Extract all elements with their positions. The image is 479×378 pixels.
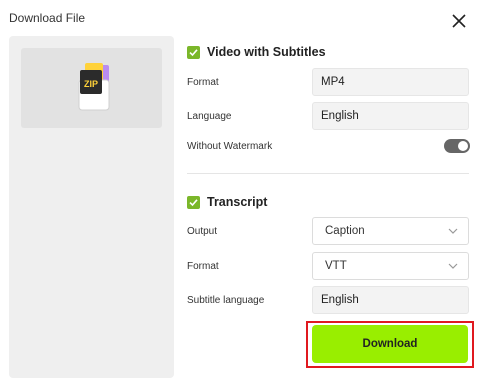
output-label: Output [187, 226, 218, 237]
watermark-toggle[interactable] [444, 139, 470, 153]
section-divider [187, 173, 469, 174]
transcript-format-label: Format [187, 261, 219, 272]
video-section-title: Video with Subtitles [207, 45, 326, 59]
subtitle-language-field: English [312, 286, 469, 314]
video-format-label: Format [187, 77, 219, 88]
subtitle-language-label: Subtitle language [187, 295, 265, 306]
zip-icon-text: ZIP [84, 79, 98, 89]
transcript-format-value: VTT [325, 260, 347, 272]
video-format-value: MP4 [321, 76, 345, 88]
download-file-dialog: Download File ZIP Video with Subtitles F… [0, 0, 479, 378]
toggle-knob [458, 141, 468, 151]
output-value: Caption [325, 225, 365, 237]
transcript-section-title: Transcript [207, 195, 268, 209]
video-subtitles-checkbox[interactable] [187, 45, 200, 59]
chevron-down-icon [448, 263, 458, 269]
video-language-value: English [321, 110, 359, 122]
subtitle-language-value: English [321, 294, 359, 306]
video-format-field: MP4 [312, 68, 469, 96]
chevron-down-icon [448, 228, 458, 234]
video-language-field: English [312, 102, 469, 130]
video-section-header: Video with Subtitles [187, 45, 326, 59]
checkmark-icon [189, 48, 198, 56]
download-button[interactable]: Download [312, 325, 468, 363]
dialog-title: Download File [9, 11, 86, 25]
watermark-label: Without Watermark [187, 141, 273, 152]
transcript-checkbox[interactable] [187, 195, 200, 209]
preview-panel: ZIP [9, 36, 174, 378]
checkmark-icon [189, 198, 198, 206]
file-thumbnail: ZIP [21, 48, 162, 128]
transcript-section-header: Transcript [187, 195, 267, 209]
close-icon[interactable] [451, 13, 467, 29]
transcript-format-select[interactable]: VTT [312, 252, 469, 280]
video-language-label: Language [187, 111, 232, 122]
output-select[interactable]: Caption [312, 217, 469, 245]
zip-file-icon: ZIP [78, 63, 110, 111]
